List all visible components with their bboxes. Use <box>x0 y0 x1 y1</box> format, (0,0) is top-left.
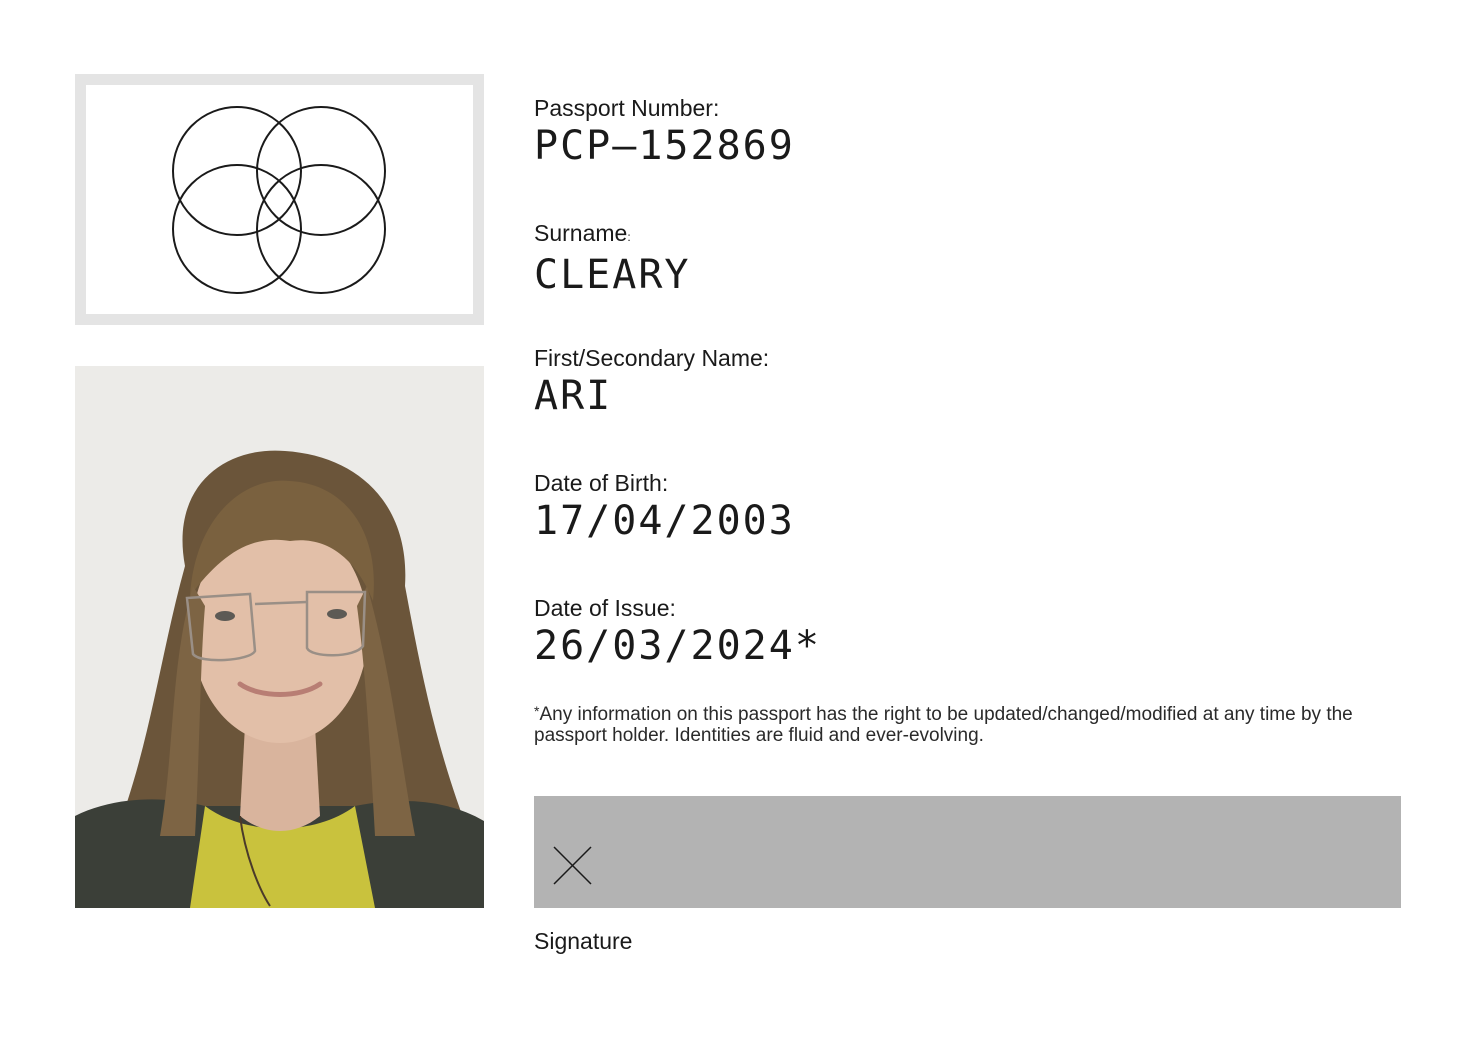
holder-photo <box>75 366 484 908</box>
date-of-birth-field: Date of Birth: 17/04/2003 <box>534 470 795 544</box>
portrait-icon <box>75 366 484 908</box>
signature-label: Signature <box>534 928 633 954</box>
first-name-field: First/Secondary Name: ARI <box>534 345 769 419</box>
date-of-issue-field: Date of Issue: 26/03/2024* <box>534 595 821 669</box>
surname-label-colon: : <box>627 230 631 244</box>
date-of-birth-value: 17/04/2003 <box>534 498 795 544</box>
first-name-label: First/Secondary Name: <box>534 345 770 371</box>
surname-label: Surname: <box>534 220 691 250</box>
disclaimer-text: Any information on this passport has the… <box>534 704 1353 746</box>
signature-box[interactable] <box>534 796 1401 908</box>
date-of-issue-label: Date of Issue: <box>534 595 676 621</box>
surname-value: CLEARY <box>534 252 691 298</box>
passport-number-value: PCP–152869 <box>534 123 795 169</box>
first-name-value: ARI <box>534 373 613 419</box>
passport-number-field: Passport Number: PCP–152869 <box>534 95 795 169</box>
surname-label-text: Surname <box>534 220 628 246</box>
date-of-birth-label: Date of Birth: <box>534 470 669 496</box>
disclaimer-note: *Any information on this passport has th… <box>534 704 1414 746</box>
date-of-issue-value: 26/03/2024* <box>534 623 821 669</box>
emblem-frame <box>75 74 484 325</box>
surname-field: Surname: CLEARY <box>534 220 691 298</box>
four-circles-icon <box>172 106 386 294</box>
signature-x-icon <box>553 846 592 885</box>
emblem-panel <box>86 85 473 314</box>
passport-number-label: Passport Number: <box>534 95 720 121</box>
